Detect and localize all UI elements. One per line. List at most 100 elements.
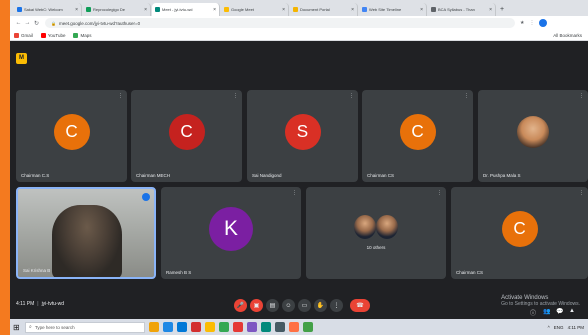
- participant-tile[interactable]: C ⋮ Chairman CS: [451, 187, 588, 279]
- camera-off-button[interactable]: ▣: [250, 299, 263, 312]
- tab-close-icon[interactable]: ×: [420, 7, 423, 13]
- participant-initial-avatar: C: [53, 114, 90, 150]
- tile-options-icon[interactable]: ⋮: [579, 93, 584, 99]
- people-icon[interactable]: 👥: [543, 308, 550, 315]
- profile-avatar[interactable]: [539, 19, 548, 27]
- browser-tab[interactable]: Web Site Timeline ×: [359, 3, 427, 16]
- tab-close-icon[interactable]: ×: [351, 7, 354, 13]
- present-button[interactable]: ▭: [298, 299, 311, 312]
- reload-button[interactable]: ↻: [32, 20, 41, 27]
- start-button[interactable]: ⊞: [13, 323, 25, 332]
- tab-close-icon[interactable]: ×: [75, 7, 78, 13]
- taskbar-app-icon[interactable]: [177, 322, 187, 332]
- more-options-button[interactable]: ⋮: [330, 299, 343, 312]
- participant-tile[interactable]: C ⋮ Chairman C.S: [16, 90, 127, 182]
- tab-favicon-icon: [155, 7, 160, 12]
- tile-options-icon[interactable]: ⋮: [292, 190, 297, 196]
- bookmark-item[interactable]: Maps: [73, 32, 91, 38]
- tab-favicon-icon: [431, 7, 436, 12]
- camera-off-icon: ▣: [253, 303, 260, 309]
- bookmark-item[interactable]: YouTube: [40, 32, 66, 38]
- taskbar-app-icon[interactable]: [275, 322, 285, 332]
- bookmark-label: YouTube: [47, 32, 66, 38]
- participant-tile[interactable]: C ⋮ Chairman CS: [362, 90, 473, 182]
- participant-tile[interactable]: C ⋮ Chairman MECH: [131, 90, 242, 182]
- all-bookmarks-link[interactable]: All Bookmarks: [553, 33, 582, 38]
- browser-tab[interactable]: Sakai WebC: Welcom ×: [14, 3, 82, 16]
- end-call-icon: ☎: [356, 303, 364, 309]
- browser-menu-icon[interactable]: ⋮: [529, 20, 534, 26]
- activities-icon[interactable]: ▲: [569, 308, 575, 314]
- tab-close-icon[interactable]: ×: [282, 7, 285, 13]
- activate-windows-subtitle: Go to Settings to activate Windows.: [501, 301, 580, 307]
- taskbar-app-icon[interactable]: [303, 322, 313, 332]
- bookmark-star-icon[interactable]: ★: [520, 20, 524, 26]
- tab-title: Document Portal: [300, 7, 330, 12]
- taskbar-app-icon[interactable]: [261, 322, 271, 332]
- tile-options-icon[interactable]: ⋮: [437, 190, 442, 196]
- bookmark-item[interactable]: Gmail: [14, 32, 33, 38]
- taskbar-app-icon[interactable]: [289, 322, 299, 332]
- tab-title: Google Meet: [231, 7, 254, 12]
- taskbar-app-icon[interactable]: [163, 322, 173, 332]
- participant-name: Chairman C.S: [21, 173, 50, 178]
- tile-options-icon[interactable]: ⋮: [233, 93, 238, 99]
- new-tab-button[interactable]: +: [500, 3, 504, 16]
- participant-tile[interactable]: Sai Krishna B: [16, 187, 156, 279]
- browser-tab[interactable]: Google Meet ×: [221, 3, 289, 16]
- tray-item[interactable]: ^: [548, 325, 550, 330]
- meet-stage: M C ⋮ Chairman C.S C ⋮ Chairman MECH S ⋮ Sai Nan…: [10, 42, 588, 319]
- taskbar-app-icon[interactable]: [191, 322, 201, 332]
- address-bar: ← → ↻ 🔒 meet.google.com/jyi-tvtu-wd?auth…: [10, 16, 588, 30]
- taskbar-search-placeholder: Type here to search: [34, 324, 75, 330]
- system-tray: ^ ENG 4:11 PM: [544, 325, 588, 330]
- browser-tab[interactable]: Meet - jyi-tvtu-wd ×: [152, 3, 220, 16]
- taskbar-app-icon[interactable]: [233, 322, 243, 332]
- taskbar-app-icon[interactable]: [247, 322, 257, 332]
- participant-tile[interactable]: K ⋮ Ramesh B S: [161, 187, 301, 279]
- meeting-info-separator: |: [37, 301, 39, 307]
- tab-close-icon[interactable]: ×: [489, 7, 492, 13]
- participant-tile[interactable]: 10 others ⋮: [306, 187, 446, 279]
- forward-button[interactable]: →: [23, 20, 32, 26]
- meeting-details-icon[interactable]: ⓘ: [530, 308, 536, 317]
- taskbar-app-icon[interactable]: [219, 322, 229, 332]
- tray-item[interactable]: ENG: [554, 325, 564, 330]
- mic-off-button[interactable]: 🎤: [234, 299, 247, 312]
- taskbar-app-icon[interactable]: [149, 322, 159, 332]
- camera-video-person: [52, 205, 122, 277]
- tab-close-icon[interactable]: ×: [213, 7, 216, 13]
- participant-initial-avatar: C: [501, 211, 538, 247]
- taskbar-app-icon[interactable]: [205, 322, 215, 332]
- tab-title: BCA Syllabus - Than: [438, 7, 475, 12]
- screen: Sakai WebC: Welcom × Reprocolegigo De × Meet…: [10, 0, 588, 335]
- bookmark-label: Gmail: [21, 32, 33, 38]
- others-avatar-group: [354, 215, 398, 239]
- meet-bottom-bar: 4:11 PM | jyi-tvtu-wd 🎤 ▣ ▤ ☺ ▭ ✋ ⋮ ☎ Activate Wi…: [10, 292, 588, 319]
- participant-tile[interactable]: ⋮ Dr. Pushpa Mala S: [478, 90, 588, 182]
- emoji-button[interactable]: ☺: [282, 299, 295, 312]
- tab-favicon-icon: [224, 7, 229, 12]
- tray-item[interactable]: 4:11 PM: [568, 325, 584, 330]
- tab-close-icon[interactable]: ×: [144, 7, 147, 13]
- url-input[interactable]: 🔒 meet.google.com/jyi-tvtu-wd?authuser=0: [45, 18, 515, 28]
- back-button[interactable]: ←: [14, 20, 23, 26]
- tile-options-icon[interactable]: ⋮: [579, 190, 584, 196]
- tab-favicon-icon: [86, 7, 91, 12]
- browser-tab[interactable]: Reprocolegigo De ×: [83, 3, 151, 16]
- participant-initial-avatar: C: [399, 114, 436, 150]
- bookmark-favicon-icon: [40, 32, 46, 38]
- captions-button[interactable]: ▤: [266, 299, 279, 312]
- participant-initial-avatar: S: [284, 114, 321, 150]
- participant-tile[interactable]: S ⋮ Sai Nandigond: [247, 90, 358, 182]
- browser-tab[interactable]: Document Portal ×: [290, 3, 358, 16]
- lock-icon: 🔒: [51, 20, 56, 26]
- taskbar-search-input[interactable]: ⌕ Type here to search: [25, 321, 145, 333]
- tile-options-icon[interactable]: ⋮: [118, 93, 123, 99]
- raise-hand-button[interactable]: ✋: [314, 299, 327, 312]
- tile-options-icon[interactable]: ⋮: [464, 93, 469, 99]
- chat-icon[interactable]: 💬: [556, 308, 563, 315]
- end-call-button[interactable]: ☎: [350, 299, 370, 312]
- tile-options-icon[interactable]: ⋮: [349, 93, 354, 99]
- browser-tab[interactable]: BCA Syllabus - Than ×: [428, 3, 496, 16]
